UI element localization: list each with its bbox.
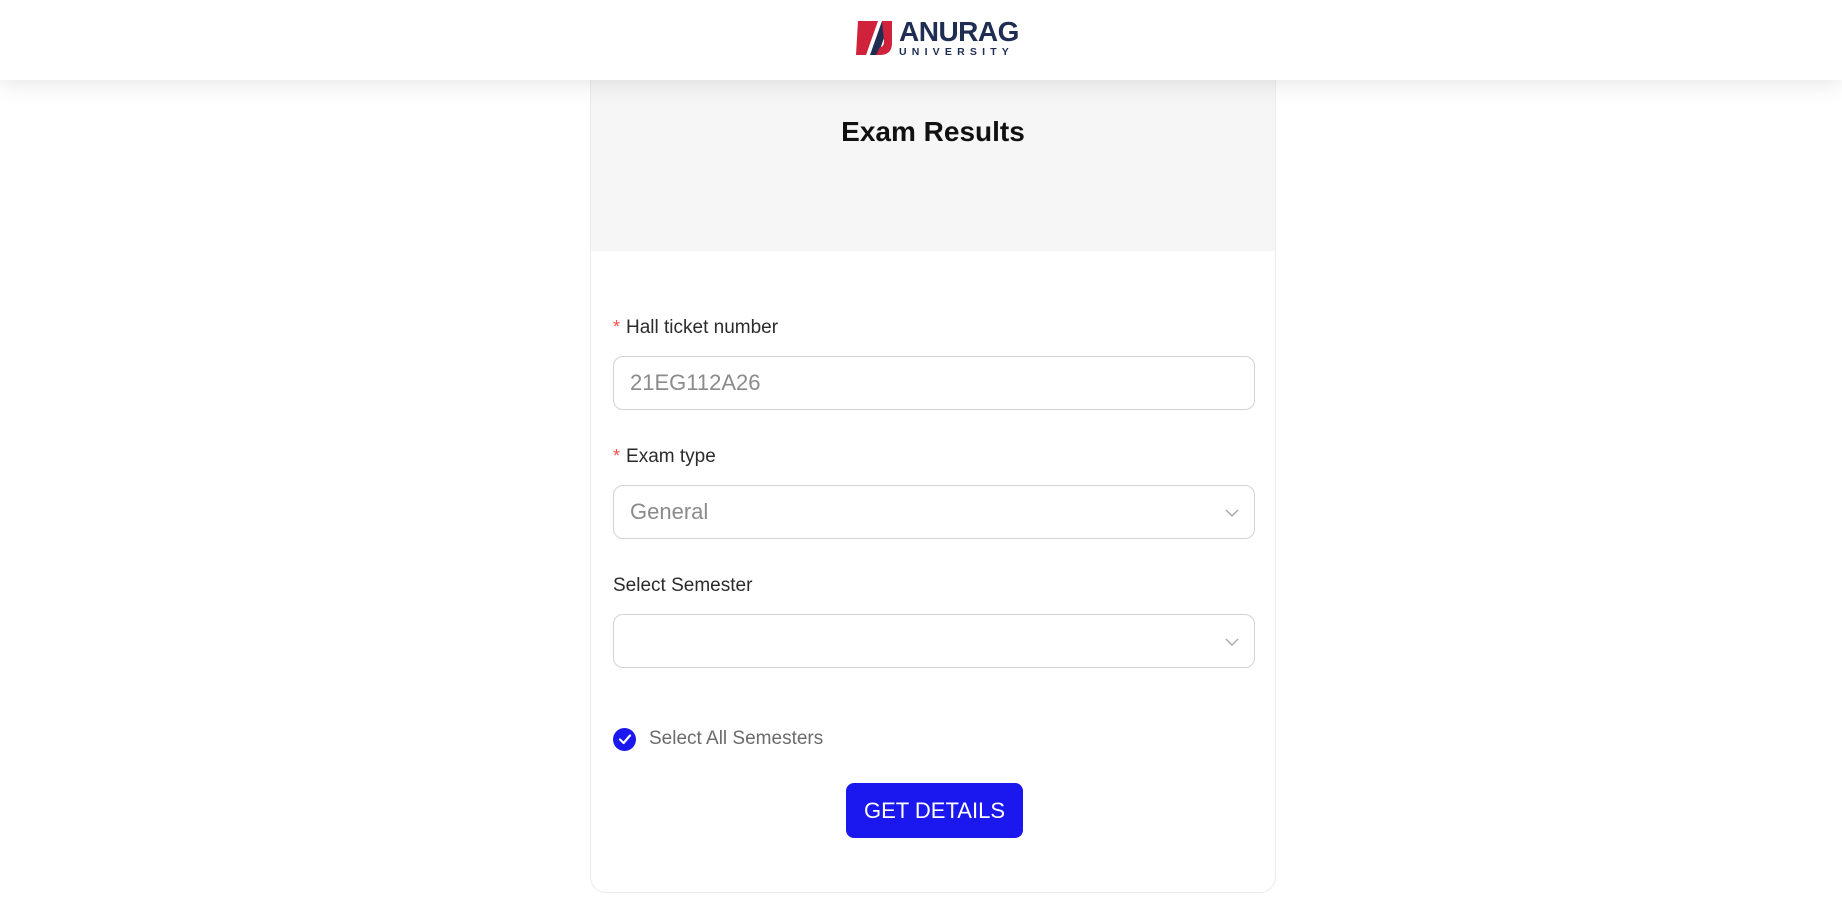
card-header: Exam Results [591,80,1275,251]
exam-type-label: * Exam type [613,446,716,468]
chevron-down-icon [1225,638,1239,646]
university-logo[interactable]: ANURAG UNIVERSITY [856,18,1019,58]
logo-secondary-text: UNIVERSITY [899,46,1015,59]
logo-wordmark: ANURAG UNIVERSITY [899,18,1019,58]
chevron-down-icon [1225,509,1239,517]
select-all-semesters-checkbox[interactable]: Select All Semesters [613,727,823,751]
page-title: Exam Results [841,116,1025,147]
semester-select[interactable] [613,614,1255,668]
get-details-button[interactable]: GET DETAILS [846,783,1023,838]
required-marker: * [613,317,621,337]
logo-emblem-icon [856,21,892,55]
exam-results-card: Exam Results * Hall ticket number 21EG112… [590,80,1276,893]
hall-ticket-input[interactable]: 21EG112A26 [613,356,1255,410]
checkmark-icon[interactable] [613,727,636,751]
exam-type-label-text: Exam type [626,446,716,467]
required-marker: * [613,446,621,466]
hall-ticket-label: * Hall ticket number [613,317,778,339]
exam-type-select[interactable]: General [613,485,1255,539]
exam-type-selected-value: General [630,499,709,524]
semester-label: Select Semester [613,575,752,597]
select-all-semesters-label: Select All Semesters [649,728,824,749]
hall-ticket-value: 21EG112A26 [630,370,761,395]
top-navigation-bar: ANURAG UNIVERSITY [0,0,1842,80]
logo-primary-text: ANURAG [899,16,1019,48]
semester-label-text: Select Semester [613,575,753,596]
hall-ticket-label-text: Hall ticket number [626,317,779,338]
